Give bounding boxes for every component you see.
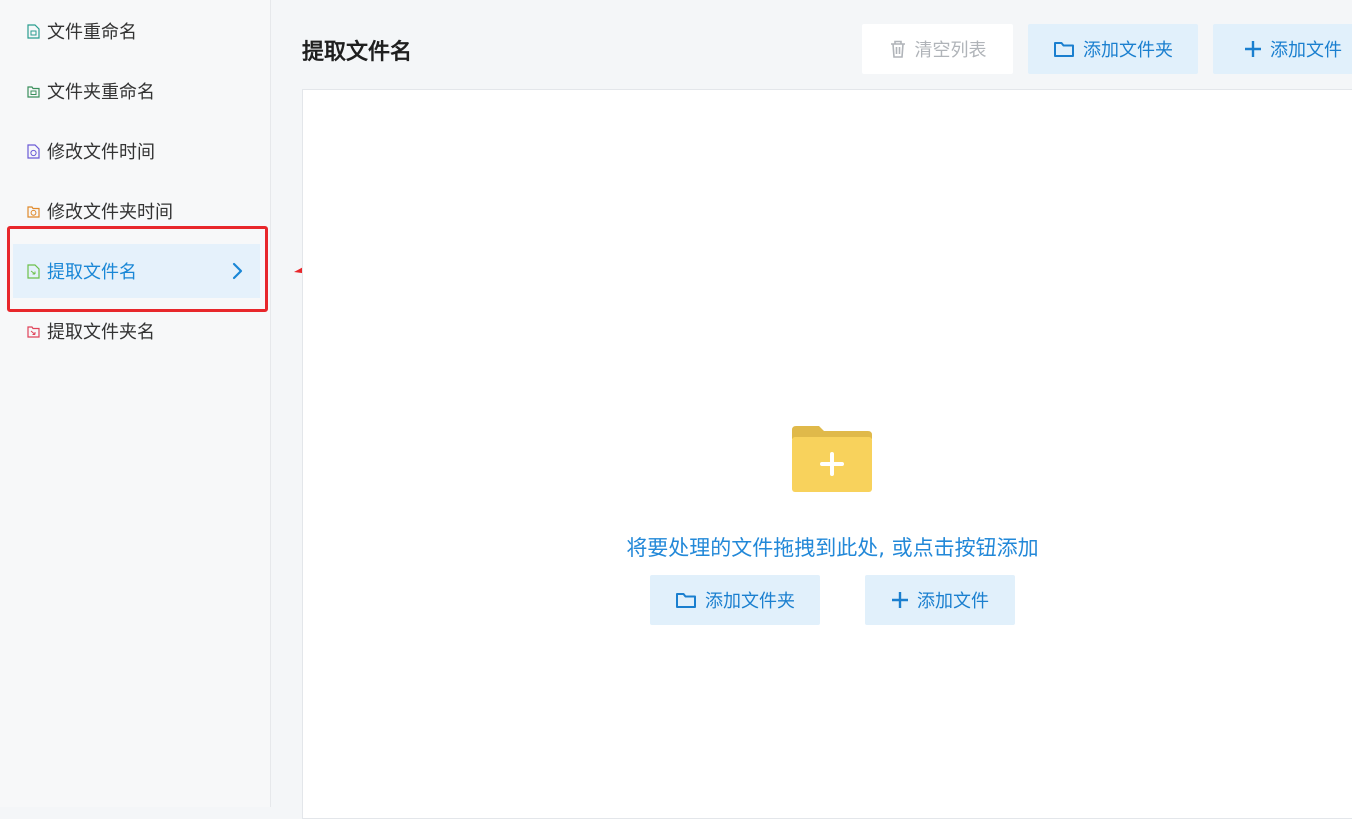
trash-icon bbox=[890, 40, 905, 58]
folder-icon bbox=[1054, 42, 1074, 57]
sidebar-item-folder-time[interactable]: 修改文件夹时间 bbox=[13, 184, 260, 238]
sidebar-item-label: 文件重命名 bbox=[47, 22, 137, 43]
dropzone-add-folder-button[interactable]: 添加文件夹 bbox=[650, 575, 820, 625]
sidebar-item-label: 修改文件时间 bbox=[47, 142, 155, 163]
plus-icon bbox=[892, 592, 908, 608]
sidebar-item-label: 提取文件夹名 bbox=[47, 322, 155, 343]
sidebar-item-label: 提取文件名 bbox=[47, 262, 137, 283]
sidebar: 文件重命名 文件夹重命名 修改文件时间 修改文件夹时间 提取文件名 提取文件夹名 bbox=[0, 0, 271, 807]
folder-time-icon bbox=[27, 205, 40, 218]
sidebar-item-file-rename[interactable]: 文件重命名 bbox=[13, 4, 260, 58]
sidebar-item-label: 修改文件夹时间 bbox=[47, 202, 173, 223]
sidebar-item-folder-rename[interactable]: 文件夹重命名 bbox=[13, 64, 260, 118]
file-rename-icon bbox=[27, 23, 40, 39]
chevron-right-icon bbox=[232, 262, 243, 280]
add-folder-button[interactable]: 添加文件夹 bbox=[1028, 24, 1198, 74]
folder-rename-icon bbox=[27, 85, 40, 98]
sidebar-item-extract-filename[interactable]: 提取文件名 bbox=[13, 244, 260, 298]
sidebar-item-file-time[interactable]: 修改文件时间 bbox=[13, 124, 260, 178]
page-title: 提取文件名 bbox=[302, 40, 413, 65]
extract-foldername-icon bbox=[27, 325, 40, 338]
add-folder-illustration-icon bbox=[792, 426, 872, 492]
dropzone-hint: 将要处理的文件拖拽到此处, 或点击按钮添加 bbox=[626, 536, 1039, 560]
clear-list-button[interactable]: 清空列表 bbox=[862, 24, 1013, 74]
dropzone-add-file-button[interactable]: 添加文件 bbox=[865, 575, 1015, 625]
extract-filename-icon bbox=[27, 263, 40, 279]
folder-icon bbox=[676, 593, 696, 608]
sidebar-item-label: 文件夹重命名 bbox=[47, 82, 155, 103]
plus-icon bbox=[1245, 41, 1261, 57]
file-time-icon bbox=[27, 143, 40, 159]
add-file-button[interactable]: 添加文件 bbox=[1213, 24, 1352, 74]
sidebar-item-extract-foldername[interactable]: 提取文件夹名 bbox=[13, 304, 260, 358]
